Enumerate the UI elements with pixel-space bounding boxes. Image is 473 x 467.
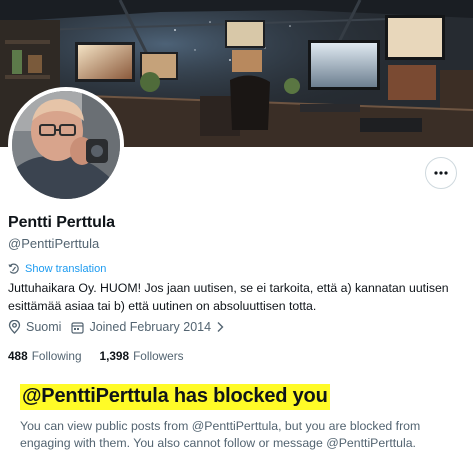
show-translation-label[interactable]: Show translation	[25, 263, 106, 275]
calendar-icon	[71, 321, 85, 334]
location-pin-icon	[8, 320, 21, 334]
following-count: 488	[8, 349, 28, 363]
joined-date-text: Joined February 2014	[89, 320, 212, 334]
location-item: Suomi	[8, 320, 61, 334]
profile-avatar[interactable]	[8, 87, 124, 203]
translate-icon	[8, 263, 19, 274]
following-link[interactable]: 488 Following	[8, 349, 82, 363]
follow-stats: 488 Following 1,398 Followers	[8, 349, 202, 363]
profile-meta: Suomi Joined February 2014	[8, 320, 234, 334]
display-name: Pentti Perttula	[8, 214, 115, 231]
followers-count: 1,398	[99, 349, 130, 363]
location-text: Suomi	[26, 320, 62, 334]
user-handle: @PenttiPerttula	[8, 236, 100, 251]
joined-date-item: Joined February 2014	[71, 320, 224, 334]
show-translation-link[interactable]: Show translation	[8, 263, 106, 275]
following-label: Following	[31, 349, 82, 363]
followers-label: Followers	[133, 349, 184, 363]
blocked-notice-description: You can view public posts from @PenttiPe…	[20, 419, 421, 450]
avatar-image	[12, 91, 120, 199]
blocked-notice-title: @PenttiPerttula has blocked you	[20, 384, 330, 410]
more-horizontal-icon	[434, 171, 448, 175]
profile-bio: Juttuhaikara Oy. HUOM! Jos jaan uutisen,…	[8, 281, 449, 313]
chevron-right-icon[interactable]	[216, 321, 224, 333]
more-options-button[interactable]	[425, 157, 457, 189]
followers-link[interactable]: 1,398 Followers	[100, 349, 184, 363]
